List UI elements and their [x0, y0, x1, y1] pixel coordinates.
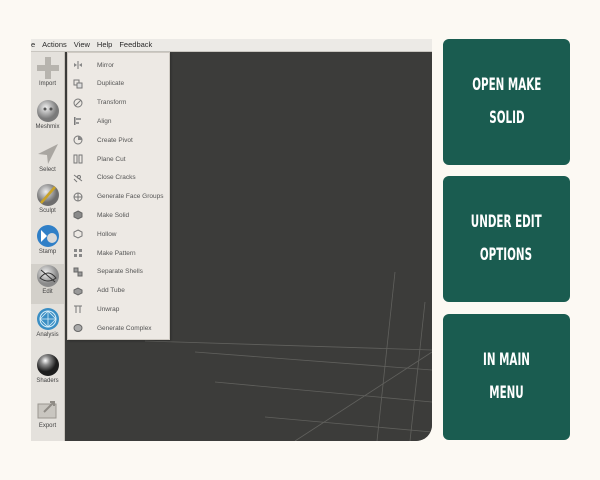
tool-label: Sculpt — [39, 208, 56, 214]
edit-menu-item-make-solid[interactable]: Make Solid — [68, 206, 169, 224]
edit-menu-item-generate-complex[interactable]: Generate Complex — [68, 319, 169, 337]
separate-shells-icon — [73, 267, 83, 277]
stamp-icon — [36, 225, 59, 247]
instruction-card-3: IN MAIN MENU — [443, 314, 570, 440]
edit-menu-item-generate-face-groups[interactable]: Generate Face Groups — [68, 188, 169, 206]
edit-menu-label: Separate Shells — [97, 268, 143, 276]
left-toolbar: Import Meshmix Select Sculpt Stamp Edit … — [31, 52, 65, 441]
tube-icon — [73, 287, 83, 296]
edit-menu-item-transform[interactable]: Transform — [68, 94, 169, 112]
select-icon — [37, 144, 58, 164]
edit-menu-item-create-pivot[interactable]: Create Pivot — [68, 131, 169, 149]
tool-label: Import — [38, 81, 56, 87]
card-line: IN MAIN MENU — [483, 350, 530, 403]
edit-menu-label: Create Pivot — [97, 136, 133, 144]
face-groups-icon — [73, 192, 83, 202]
edit-menu-item-plane-cut[interactable]: Plane Cut — [68, 150, 169, 168]
edit-menu-item-add-tube[interactable]: Add Tube — [68, 282, 169, 300]
tool-sculpt[interactable]: Sculpt — [31, 183, 64, 215]
edit-menu-label: Make Pattern — [97, 249, 136, 257]
edit-menu-item-mirror[interactable]: Mirror — [68, 56, 169, 74]
meshmixer-window: e Actions View Help Feedback Import Mesh… — [31, 39, 432, 441]
edit-menu-label: Unwrap — [97, 305, 120, 313]
edit-menu-item-close-cracks[interactable]: Close Cracks — [68, 169, 169, 187]
pattern-icon — [74, 249, 82, 257]
tool-label: Analysis — [36, 332, 59, 338]
close-cracks-icon — [73, 174, 83, 183]
menu-file-partial[interactable]: e — [31, 39, 39, 51]
menu-actions[interactable]: Actions — [39, 39, 71, 51]
tool-stamp[interactable]: Stamp — [31, 224, 64, 256]
card-line: SOLID — [488, 108, 525, 128]
edit-menu-label: Duplicate — [97, 80, 125, 88]
align-icon — [74, 117, 81, 126]
menu-view[interactable]: View — [71, 39, 94, 51]
edit-menu-label: Hollow — [97, 230, 117, 238]
edit-menu-label: Generate Complex — [97, 324, 152, 332]
export-icon — [37, 401, 56, 419]
sculpt-icon — [36, 184, 59, 206]
tool-label: Select — [39, 167, 56, 173]
edit-menu-item-hollow[interactable]: Hollow — [68, 225, 169, 243]
edit-menu-label: Transform — [97, 99, 127, 107]
edit-menu-label: Plane Cut — [97, 155, 126, 163]
tool-analysis[interactable]: Analysis — [31, 307, 64, 339]
card-line: UNDER EDIT — [471, 212, 542, 232]
duplicate-icon — [73, 79, 83, 89]
edit-submenu: Mirror Duplicate Transform Align Create Pivo… — [67, 52, 170, 340]
edit-menu-label: Close Cracks — [97, 174, 136, 182]
edit-menu-label: Make Solid — [97, 211, 130, 219]
complex-icon — [73, 324, 83, 333]
shaders-icon — [36, 354, 59, 376]
edit-menu-item-duplicate[interactable]: Duplicate — [68, 75, 169, 93]
tool-label: Stamp — [38, 249, 57, 255]
mirror-icon — [74, 61, 82, 69]
edit-menu-item-make-pattern[interactable]: Make Pattern — [68, 244, 169, 262]
edit-menu-item-unwrap[interactable]: Unwrap — [68, 300, 169, 318]
tool-label: Shaders — [36, 378, 59, 384]
edit-menu-label: Add Tube — [97, 287, 125, 295]
plane-cut-icon — [73, 154, 83, 164]
tool-label: Edit — [42, 289, 53, 295]
pivot-icon — [73, 135, 83, 145]
edit-menu-label: Align — [97, 117, 112, 125]
tool-meshmix[interactable]: Meshmix — [31, 99, 64, 131]
tool-label: Meshmix — [35, 124, 60, 130]
meshmix-icon — [36, 100, 59, 122]
unwrap-icon — [74, 305, 82, 314]
tool-shaders[interactable]: Shaders — [31, 353, 64, 385]
tool-import[interactable]: Import — [31, 56, 64, 88]
tool-edit[interactable]: Edit — [31, 264, 64, 304]
menu-feedback[interactable]: Feedback — [116, 39, 156, 51]
edit-menu-item-separate-shells[interactable]: Separate Shells — [68, 263, 169, 281]
edit-menu-label: Generate Face Groups — [97, 193, 164, 201]
transform-icon — [73, 98, 83, 108]
make-solid-icon — [73, 210, 83, 220]
edit-menu-item-align[interactable]: Align — [68, 112, 169, 130]
card-line: OPEN MAKE — [471, 75, 542, 95]
hollow-icon — [73, 229, 83, 239]
menu-help[interactable]: Help — [94, 39, 116, 51]
edit-menu-label: Mirror — [97, 61, 114, 69]
import-icon — [36, 57, 59, 79]
instruction-card-1: OPEN MAKE SOLID — [443, 39, 570, 165]
card-line: OPTIONS — [480, 245, 533, 265]
menu-bar: e Actions View Help Feedback — [31, 39, 432, 52]
analysis-icon — [36, 308, 59, 330]
tool-label: Export — [38, 423, 57, 429]
edit-icon — [36, 265, 59, 287]
tool-select[interactable]: Select — [31, 142, 64, 174]
instruction-card-2: UNDER EDIT OPTIONS — [443, 176, 570, 302]
tool-export[interactable]: Export — [31, 398, 64, 430]
